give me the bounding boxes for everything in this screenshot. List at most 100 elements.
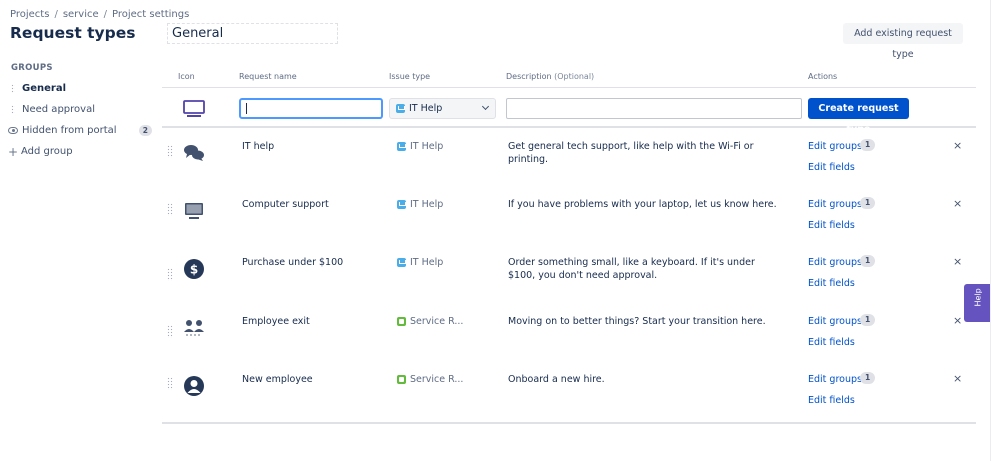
sidebar-item-label: Hidden from portal bbox=[22, 125, 117, 136]
drag-handle-icon[interactable] bbox=[167, 145, 173, 158]
create-request-type-row: IT Help Create request type bbox=[162, 88, 976, 135]
column-header-issue-type: Issue type bbox=[389, 72, 431, 81]
request-name: Computer support bbox=[242, 199, 329, 210]
service-request-issue-icon bbox=[397, 317, 406, 326]
table-row: New employee Service R... Onboard a new … bbox=[162, 363, 976, 421]
group-count-badge: 1 bbox=[860, 255, 876, 267]
edit-groups-link[interactable]: Edit groups bbox=[808, 141, 862, 152]
request-description: Moving on to better things? Start your t… bbox=[508, 316, 766, 327]
it-help-issue-icon bbox=[397, 200, 406, 209]
help-button[interactable]: Help bbox=[964, 284, 990, 322]
close-icon[interactable]: × bbox=[953, 197, 962, 210]
drag-handle-icon[interactable] bbox=[167, 377, 173, 390]
breadcrumb: Projects / service / Project settings bbox=[10, 9, 189, 20]
request-description: If you have problems with your laptop, l… bbox=[508, 199, 777, 210]
edit-groups-link[interactable]: Edit groups bbox=[808, 374, 862, 385]
edit-fields-link[interactable]: Edit fields bbox=[808, 278, 855, 289]
page-title: Request types bbox=[10, 24, 136, 42]
request-name: IT help bbox=[242, 141, 275, 152]
it-help-issue-icon bbox=[397, 142, 406, 151]
groups-sidebar: GROUPS General Need approval Hidden from… bbox=[8, 63, 156, 162]
drag-handle-icon[interactable] bbox=[167, 203, 173, 216]
drag-handle-icon[interactable] bbox=[167, 325, 173, 338]
monitor-icon[interactable] bbox=[183, 200, 205, 222]
svg-text:$: $ bbox=[190, 263, 198, 277]
sidebar-item-general[interactable]: General bbox=[8, 78, 156, 99]
issue-type: Service R... bbox=[397, 374, 463, 385]
text-caret bbox=[246, 103, 247, 114]
breadcrumb-separator: / bbox=[54, 9, 58, 20]
drag-grip-icon[interactable] bbox=[11, 105, 15, 114]
table-row: Computer support IT Help If you have pro… bbox=[162, 188, 976, 246]
it-help-issue-icon bbox=[396, 104, 405, 113]
issue-type-label: IT Help bbox=[410, 257, 444, 268]
groups-heading: GROUPS bbox=[11, 63, 53, 73]
help-label: Help bbox=[973, 288, 983, 307]
issue-type-select[interactable]: IT Help bbox=[389, 98, 496, 119]
people-icon[interactable] bbox=[183, 317, 205, 339]
column-header-description: Description (Optional) bbox=[506, 72, 594, 81]
table-bottom-divider bbox=[162, 422, 976, 424]
add-group-button[interactable]: + Add group bbox=[8, 141, 156, 162]
hidden-count-badge: 2 bbox=[138, 125, 152, 136]
sidebar-item-need-approval[interactable]: Need approval bbox=[8, 99, 156, 120]
add-existing-request-type-button[interactable]: Add existing request type bbox=[843, 23, 963, 60]
description-input[interactable] bbox=[506, 98, 802, 119]
table-row: Employee exit Service R... Moving on to … bbox=[162, 305, 976, 363]
sidebar-item-label: Need approval bbox=[22, 104, 95, 115]
group-name-field[interactable]: General bbox=[167, 23, 338, 44]
sidebar-item-hidden-from-portal[interactable]: Hidden from portal 2 bbox=[8, 120, 156, 141]
issue-type: IT Help bbox=[397, 199, 443, 210]
issue-type-label: Service R... bbox=[410, 316, 464, 327]
close-icon[interactable]: × bbox=[953, 372, 962, 385]
edit-groups-link[interactable]: Edit groups bbox=[808, 199, 862, 210]
issue-type-label: IT Help bbox=[410, 141, 444, 152]
edit-fields-link[interactable]: Edit fields bbox=[808, 395, 855, 406]
person-icon[interactable] bbox=[183, 375, 205, 397]
column-header-request-name: Request name bbox=[239, 72, 297, 81]
breadcrumb-service[interactable]: service bbox=[63, 9, 99, 20]
request-name: Purchase under $100 bbox=[242, 257, 344, 268]
group-count-badge: 1 bbox=[860, 314, 876, 326]
sidebar-item-label: General bbox=[22, 83, 66, 94]
close-icon[interactable]: × bbox=[953, 139, 962, 152]
page-edge bbox=[990, 0, 991, 461]
column-header-icon: Icon bbox=[178, 72, 195, 81]
group-count-badge: 1 bbox=[860, 139, 876, 151]
breadcrumb-projects[interactable]: Projects bbox=[10, 9, 49, 20]
issue-type-label: Service R... bbox=[410, 374, 464, 385]
create-request-type-button[interactable]: Create request type bbox=[808, 98, 909, 135]
edit-fields-link[interactable]: Edit fields bbox=[808, 220, 855, 231]
edit-groups-link[interactable]: Edit groups bbox=[808, 316, 862, 327]
drag-grip-icon[interactable] bbox=[11, 84, 15, 93]
breadcrumb-project-settings[interactable]: Project settings bbox=[112, 9, 189, 20]
column-header-actions: Actions bbox=[808, 72, 838, 81]
add-group-label: Add group bbox=[21, 146, 73, 157]
close-icon[interactable]: × bbox=[953, 255, 962, 268]
request-description: Order something small, like a keyboard. … bbox=[508, 257, 755, 281]
service-request-issue-icon bbox=[397, 375, 406, 384]
issue-type: IT Help bbox=[397, 141, 443, 152]
request-name-input[interactable] bbox=[239, 98, 383, 119]
optional-label: (Optional) bbox=[554, 72, 595, 81]
edit-fields-link[interactable]: Edit fields bbox=[808, 162, 855, 173]
group-count-badge: 1 bbox=[860, 372, 876, 384]
edit-groups-link[interactable]: Edit groups bbox=[808, 257, 862, 268]
it-help-issue-icon bbox=[397, 258, 406, 267]
request-description: Onboard a new hire. bbox=[508, 374, 605, 385]
dollar-icon[interactable]: $ bbox=[183, 258, 205, 280]
drag-handle-icon[interactable] bbox=[167, 268, 173, 281]
issue-type-label: IT Help bbox=[410, 199, 444, 210]
request-description: Get general tech support, like help with… bbox=[508, 141, 754, 165]
table-row: $ Purchase under $100 IT Help Order some… bbox=[162, 246, 976, 304]
monitor-icon[interactable] bbox=[183, 100, 205, 118]
chat-bubbles-icon[interactable] bbox=[183, 142, 205, 164]
edit-fields-link[interactable]: Edit fields bbox=[808, 337, 855, 348]
group-count-badge: 1 bbox=[860, 197, 876, 209]
description-header-label: Description bbox=[506, 72, 552, 81]
issue-type-selected-value: IT Help bbox=[409, 103, 443, 114]
issue-type: Service R... bbox=[397, 316, 463, 327]
plus-icon: + bbox=[8, 144, 19, 159]
chevron-down-icon bbox=[481, 102, 490, 111]
close-icon[interactable]: × bbox=[953, 314, 962, 327]
